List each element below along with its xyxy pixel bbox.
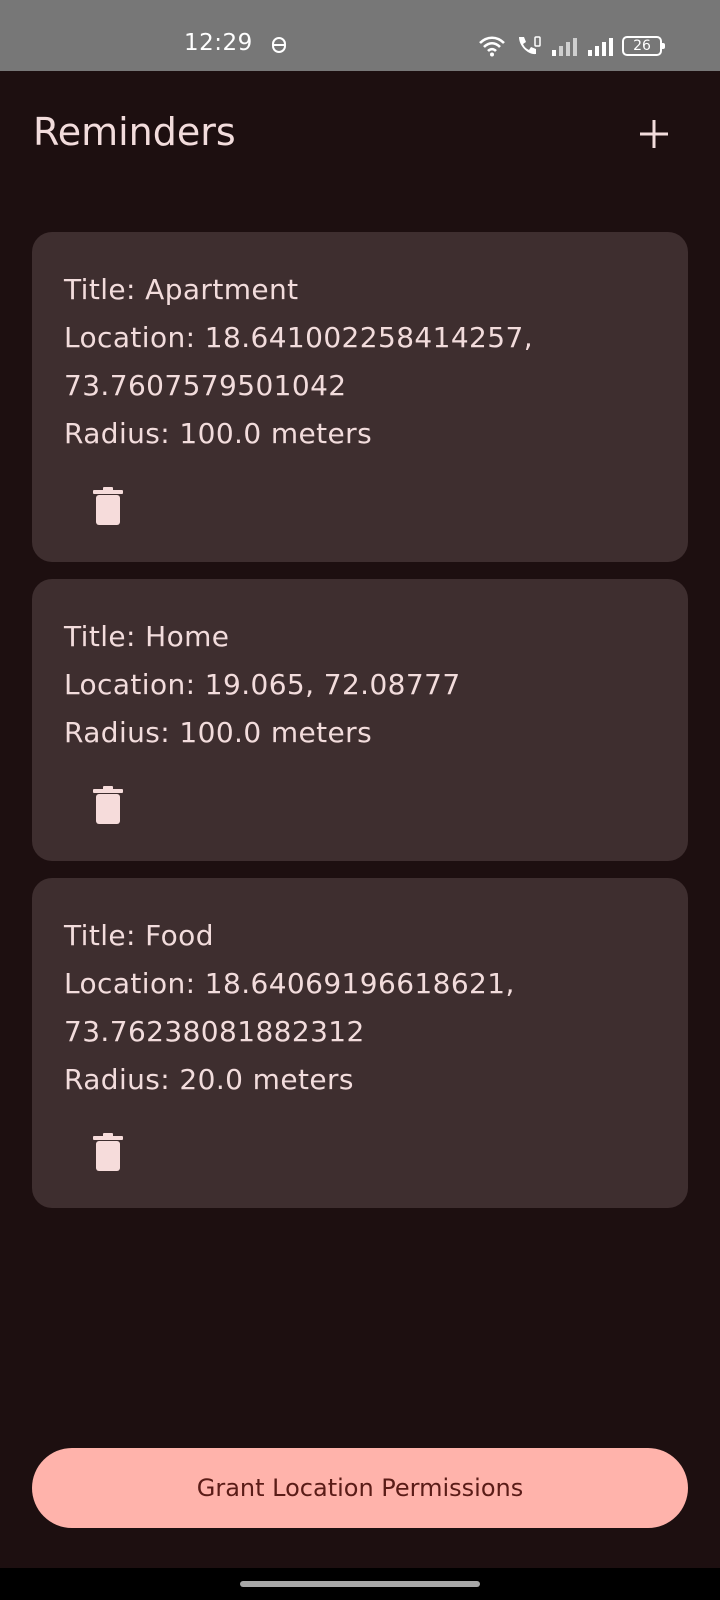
reminder-card: Title: Food Location: 18.64069196618621,… [32, 878, 688, 1208]
reminder-radius: Radius: 20.0 meters [64, 1063, 354, 1096]
delete-reminder-button[interactable] [84, 781, 132, 829]
reminder-card: Title: Home Location: 19.065, 72.08777 R… [32, 579, 688, 861]
navigation-bar [0, 1568, 720, 1600]
status-time: 12:29 [184, 30, 253, 56]
add-reminder-button[interactable] [636, 116, 672, 152]
battery-level: 26 [633, 38, 651, 54]
reminder-location-cont: 73.7607579501042 [64, 369, 347, 402]
reminder-card: Title: Apartment Location: 18.6410022584… [32, 232, 688, 562]
reminder-list: Title: Apartment Location: 18.6410022584… [32, 232, 688, 1225]
reminder-location: Location: 18.641002258414257, [64, 321, 534, 354]
reminder-location: Location: 18.64069196618621, [64, 967, 515, 1000]
reminder-radius: Radius: 100.0 meters [64, 417, 373, 450]
reminder-location: Location: 19.065, 72.08777 [64, 668, 461, 701]
status-bar: 12:29 26 [0, 0, 720, 71]
battery-icon: 26 [622, 36, 665, 56]
reminder-title: Title: Apartment [64, 273, 299, 306]
status-icons: 26 [478, 34, 665, 58]
reminder-location-cont: 73.76238081882312 [64, 1015, 365, 1048]
home-gesture-handle[interactable] [240, 1581, 480, 1587]
reminder-title: Title: Food [64, 919, 214, 952]
page-title: Reminders [33, 110, 236, 154]
trash-icon [93, 1133, 123, 1171]
trash-icon [93, 487, 123, 525]
plus-icon [640, 120, 668, 148]
reminder-radius: Radius: 100.0 meters [64, 716, 373, 749]
wifi-icon [479, 36, 505, 57]
reminder-title: Title: Home [64, 620, 230, 653]
grant-location-permissions-button[interactable]: Grant Location Permissions [32, 1448, 688, 1528]
signal-icon-2 [588, 38, 613, 56]
delete-reminder-button[interactable] [84, 1128, 132, 1176]
trash-icon [93, 786, 123, 824]
nfc-icon [272, 37, 286, 53]
delete-reminder-button[interactable] [84, 482, 132, 530]
signal-icon-1 [552, 38, 577, 56]
call-icon [519, 36, 541, 55]
